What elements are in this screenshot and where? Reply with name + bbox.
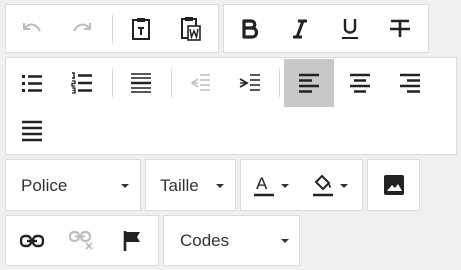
link-icon	[20, 234, 44, 248]
align-center-icon	[349, 73, 371, 93]
codes-label: Codes	[180, 231, 230, 250]
color-group: A	[240, 159, 363, 211]
paste-as-text-button[interactable]	[117, 5, 165, 53]
separator	[279, 69, 280, 97]
justify-icon	[21, 120, 43, 142]
insert-image-button[interactable]	[370, 161, 418, 209]
clipboard-text-icon	[131, 17, 151, 41]
font-family-group: Police	[5, 159, 141, 211]
redo-button[interactable]	[58, 5, 106, 53]
history-clipboard-group	[5, 4, 219, 53]
align-left-button[interactable]	[284, 59, 334, 107]
horizontal-rule-button[interactable]	[117, 59, 165, 107]
text-style-group	[223, 4, 429, 53]
paste-from-word-button[interactable]	[167, 5, 215, 53]
chevron-down-icon	[281, 239, 289, 243]
strikethrough-icon	[389, 18, 411, 40]
separator	[112, 15, 113, 43]
image-icon	[383, 174, 405, 196]
chevron-down-icon	[216, 184, 224, 188]
indent-icon	[239, 73, 261, 93]
flag-icon	[122, 230, 142, 252]
font-family-select[interactable]: Police	[6, 162, 142, 210]
align-center-button[interactable]	[336, 59, 384, 107]
numbered-list-icon	[71, 72, 93, 94]
separator	[171, 69, 172, 97]
redo-icon	[71, 21, 93, 37]
align-left-icon	[298, 73, 320, 93]
font-size-select[interactable]: Taille	[146, 162, 237, 210]
codes-group: Codes	[163, 215, 300, 266]
italic-icon	[292, 19, 308, 39]
bullet-list-icon	[21, 73, 43, 93]
indent-button[interactable]	[226, 59, 274, 107]
text-color-icon: A	[254, 174, 294, 198]
paragraph-group	[5, 57, 457, 155]
underline-icon	[341, 18, 359, 40]
image-group	[367, 159, 420, 211]
horizontal-rule-icon	[130, 72, 152, 94]
outdent-button[interactable]	[176, 59, 224, 107]
insert-link-button[interactable]	[8, 217, 56, 265]
undo-button[interactable]	[8, 5, 56, 53]
clipboard-word-icon	[180, 16, 202, 42]
bullet-list-button[interactable]	[8, 59, 56, 107]
outdent-icon	[189, 73, 211, 93]
underline-button[interactable]	[326, 5, 374, 53]
link-group	[5, 215, 159, 266]
align-right-icon	[399, 73, 421, 93]
align-right-button[interactable]	[386, 59, 434, 107]
background-color-button[interactable]	[305, 162, 361, 210]
bold-button[interactable]	[226, 5, 274, 53]
font-size-group: Taille	[145, 159, 236, 211]
codes-select[interactable]: Codes	[164, 217, 301, 265]
justify-button[interactable]	[8, 107, 56, 155]
fill-color-icon	[313, 174, 353, 198]
undo-icon	[21, 21, 43, 37]
text-color-button[interactable]: A	[245, 162, 303, 210]
unlink-icon	[69, 230, 95, 252]
italic-button[interactable]	[276, 5, 324, 53]
font-size-label: Taille	[160, 176, 199, 195]
bold-icon	[241, 19, 259, 39]
strikethrough-button[interactable]	[376, 5, 424, 53]
numbered-list-button[interactable]	[58, 59, 106, 107]
font-family-label: Police	[21, 176, 68, 195]
separator	[112, 69, 113, 97]
chevron-down-icon	[121, 184, 129, 188]
remove-link-button[interactable]	[58, 217, 106, 265]
anchor-button[interactable]	[108, 217, 156, 265]
